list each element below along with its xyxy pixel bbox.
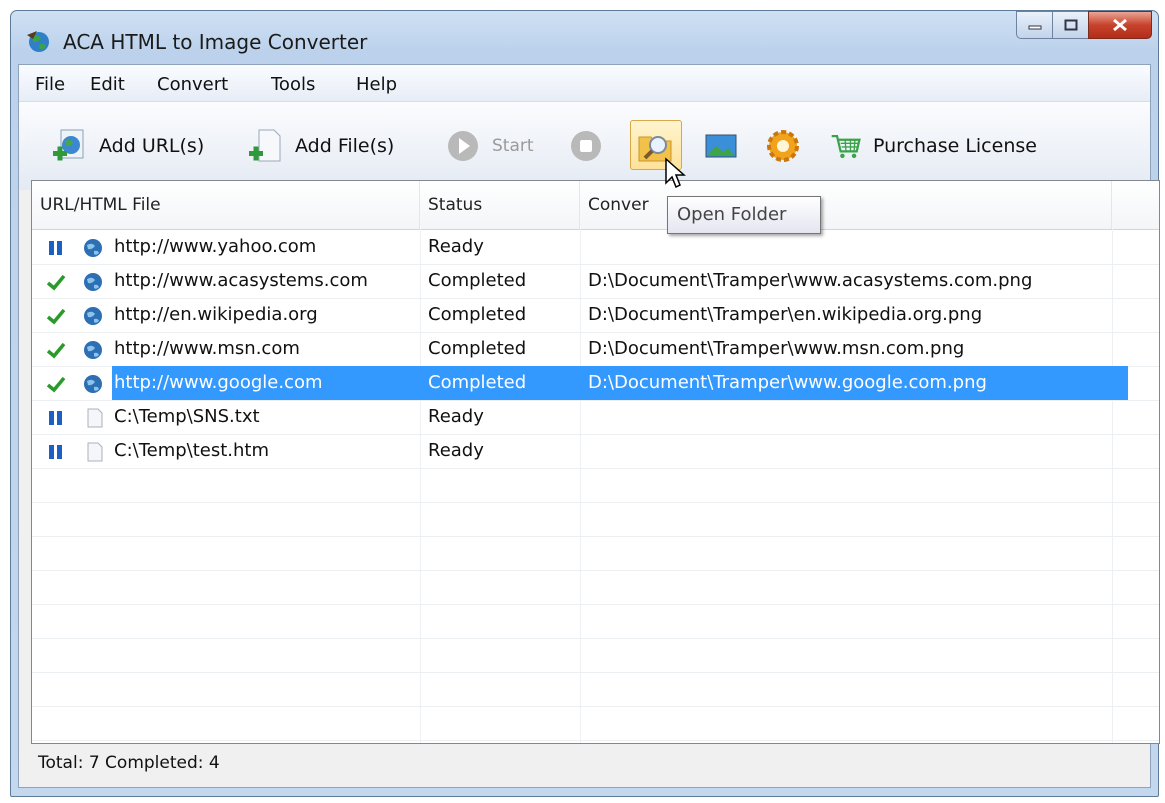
check-icon — [46, 274, 66, 291]
close-icon — [1113, 18, 1127, 32]
empty-row — [32, 570, 1159, 605]
globe-icon — [84, 239, 102, 257]
start-icon — [448, 131, 478, 161]
add-file-label: Add File(s) — [295, 135, 395, 157]
pause-icon — [49, 445, 62, 459]
document-icon — [87, 408, 103, 428]
file-cell: http://www.yahoo.com — [114, 236, 317, 257]
toolbar: Add URL(s) Add File(s) Start Purchase Li… — [19, 102, 1150, 190]
status-cell: Ready — [428, 440, 484, 461]
list-header: URL/HTML File Status Conver — [32, 181, 1159, 230]
purchase-license-button[interactable]: Purchase License — [829, 122, 1037, 170]
options-gear-icon — [767, 130, 799, 162]
status-cell: Completed — [428, 270, 527, 291]
open-folder-tooltip: Open Folder — [667, 196, 821, 234]
minimize-button[interactable] — [1016, 11, 1052, 39]
close-button[interactable] — [1088, 11, 1152, 39]
document-icon — [87, 442, 103, 462]
options-button[interactable] — [764, 122, 812, 170]
file-cell: http://www.msn.com — [114, 338, 300, 359]
menu-edit[interactable]: Edit — [90, 74, 125, 95]
menu-help[interactable]: Help — [356, 74, 397, 95]
title-bar[interactable]: ACA HTML to Image Converter — [11, 11, 1158, 63]
stop-button[interactable] — [567, 122, 615, 170]
table-row[interactable]: C:\Temp\test.htm Ready — [32, 434, 1159, 469]
app-window: ACA HTML to Image Converter File Edit Co… — [10, 10, 1160, 797]
purchase-cart-icon — [831, 135, 861, 159]
check-icon — [46, 308, 66, 325]
file-cell: http://en.wikipedia.org — [114, 304, 318, 325]
table-row[interactable]: http://en.wikipedia.org Completed D:\Docum… — [32, 298, 1159, 333]
add-url-icon — [53, 129, 84, 161]
output-cell: D:\Document\Tramper\www.acasystems.com.p… — [588, 270, 1033, 291]
status-cell: Ready — [428, 406, 484, 427]
pause-icon — [49, 241, 62, 255]
image-settings-icon — [705, 134, 737, 158]
status-cell: Ready — [428, 236, 484, 257]
column-header-status[interactable]: Status — [420, 181, 580, 229]
status-cell: Completed — [428, 338, 527, 359]
menu-bar: File Edit Convert Tools Help — [19, 65, 1150, 102]
output-cell: D:\Document\Tramper\www.msn.com.png — [588, 338, 965, 359]
stop-icon — [571, 131, 601, 161]
empty-row — [32, 638, 1159, 673]
file-cell: http://www.google.com — [114, 372, 323, 393]
menu-convert[interactable]: Convert — [157, 74, 228, 95]
mouse-cursor-icon — [665, 157, 686, 189]
output-cell: D:\Document\Tramper\en.wikipedia.org.png — [588, 304, 983, 325]
status-cell: Completed — [428, 372, 527, 393]
empty-row — [32, 536, 1159, 571]
maximize-icon — [1064, 19, 1077, 31]
add-url-label: Add URL(s) — [99, 135, 205, 157]
table-row[interactable]: http://www.google.com Completed D:\Documen… — [32, 366, 1159, 401]
file-list[interactable]: URL/HTML File Status Conver http://www.y… — [31, 180, 1160, 744]
check-icon — [46, 342, 66, 359]
table-row[interactable]: http://www.acasystems.com Completed D:\Doc… — [32, 264, 1159, 299]
maximize-button[interactable] — [1052, 11, 1088, 39]
check-icon — [46, 376, 66, 393]
empty-row — [32, 502, 1159, 537]
globe-icon — [84, 307, 102, 325]
minimize-icon — [1028, 25, 1041, 30]
menu-file[interactable]: File — [35, 74, 65, 95]
globe-icon — [84, 341, 102, 359]
status-cell: Completed — [428, 304, 527, 325]
table-row[interactable]: C:\Temp\SNS.txt Ready — [32, 400, 1159, 435]
app-globe-icon — [27, 31, 49, 52]
table-row[interactable]: http://www.msn.com Completed D:\Document\T… — [32, 332, 1159, 367]
column-header-file[interactable]: URL/HTML File — [32, 181, 420, 229]
empty-row — [32, 604, 1159, 639]
status-bar-text: Total: 7 Completed: 4 — [38, 753, 220, 773]
window-title: ACA HTML to Image Converter — [63, 30, 368, 54]
file-cell: http://www.acasystems.com — [114, 270, 368, 291]
pause-icon — [49, 411, 62, 425]
empty-row — [32, 468, 1159, 503]
add-file-button[interactable]: Add File(s) — [247, 122, 394, 170]
purchase-license-label: Purchase License — [873, 135, 1037, 157]
image-settings-button[interactable] — [702, 122, 750, 170]
empty-row — [32, 706, 1159, 741]
file-cell: C:\Temp\SNS.txt — [114, 406, 260, 427]
column-header-output[interactable]: Conver — [580, 181, 1112, 229]
file-cell: C:\Temp\test.htm — [114, 440, 270, 461]
empty-row — [32, 672, 1159, 707]
start-button[interactable]: Start — [444, 122, 534, 170]
menu-tools[interactable]: Tools — [271, 74, 315, 95]
add-url-button[interactable]: Add URL(s) — [51, 122, 204, 170]
add-file-icon — [249, 129, 281, 162]
output-cell: D:\Document\Tramper\www.google.com.png — [588, 372, 987, 393]
start-label: Start — [492, 136, 534, 156]
table-row[interactable]: http://www.yahoo.com Ready — [32, 230, 1159, 265]
globe-icon — [84, 375, 102, 393]
globe-icon — [84, 273, 102, 291]
